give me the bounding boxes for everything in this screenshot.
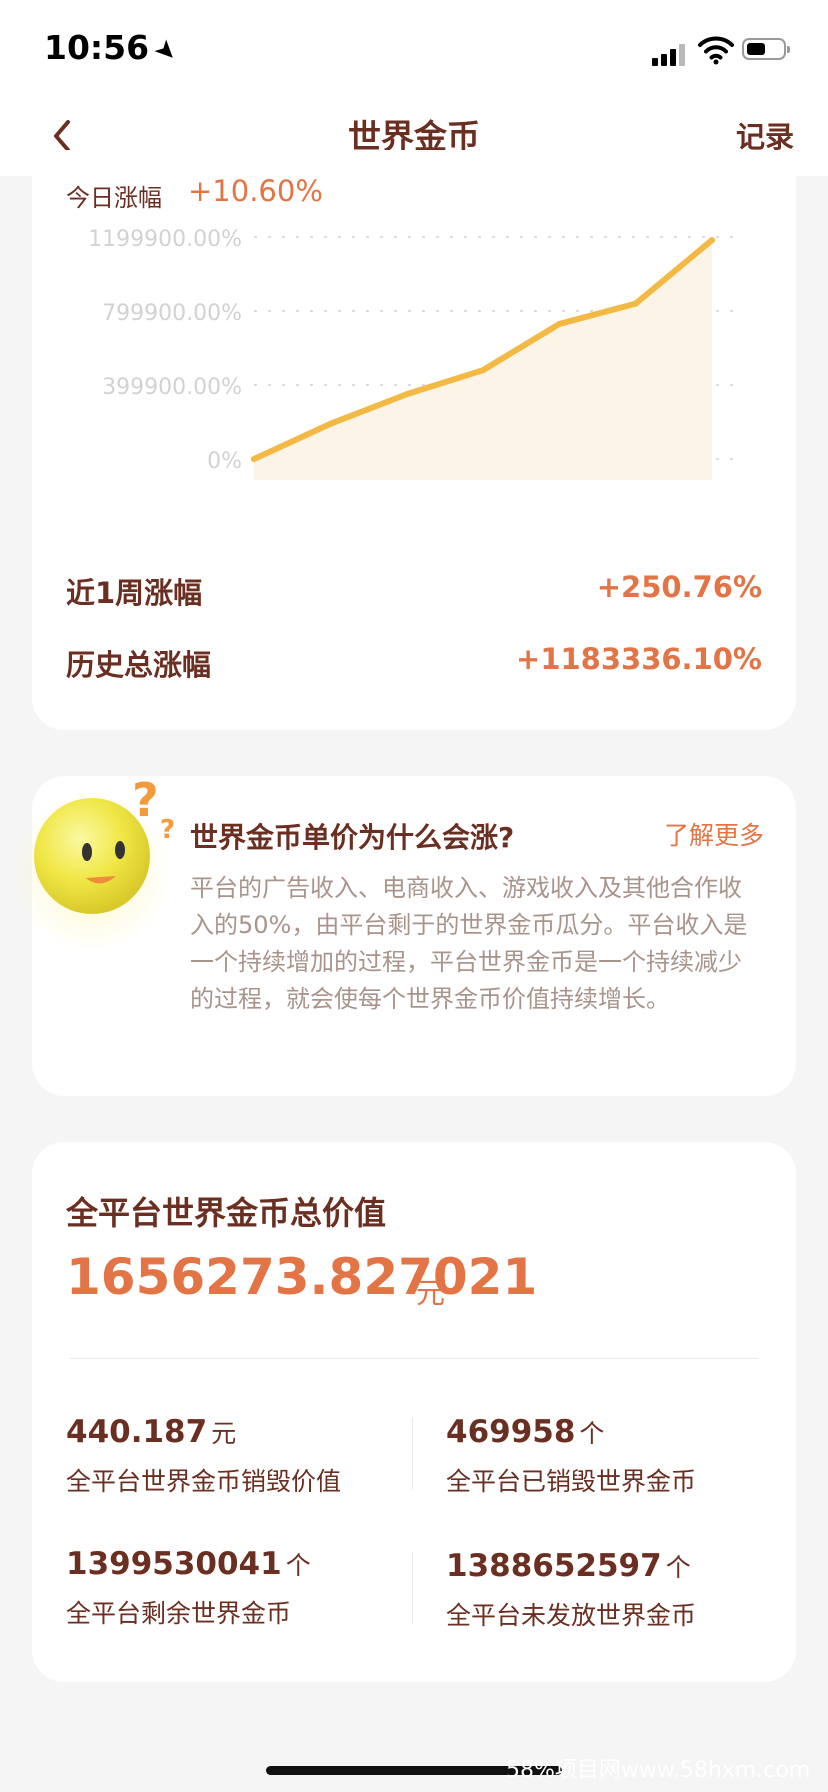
- chart-data-point: [327, 420, 334, 427]
- stat-destroyed-value: 440.187 元 全平台世界金币销毁价值: [66, 1414, 406, 1498]
- total-value-card: 全平台世界金币总价值 1656273.827021 元 440.187 元 全平台…: [32, 1142, 796, 1682]
- column-divider: [412, 1552, 413, 1624]
- history-change-label: 历史总涨幅: [66, 648, 212, 682]
- chart-area-fill: [254, 240, 712, 480]
- stat-destroyed-coins: 469958 个 全平台已销毁世界金币: [446, 1414, 786, 1498]
- wifi-icon: [698, 36, 734, 65]
- total-value-number: 1656273.827021: [66, 1248, 538, 1306]
- week-change-value: +250.76%: [596, 570, 762, 604]
- chart-data-point: [251, 456, 257, 462]
- chart-data-point: [480, 367, 486, 374]
- stat-label: 全平台未发放世界金币: [446, 1601, 697, 1630]
- stat-number: 1399530041: [66, 1546, 282, 1582]
- stat-remaining-coins: 1399530041 个 全平台剩余世界金币: [66, 1546, 406, 1630]
- stat-unit: 个: [579, 1419, 605, 1448]
- y-tick-label: 399900.00%: [102, 375, 242, 400]
- stat-unit: 元: [211, 1419, 237, 1448]
- learn-more-link[interactable]: 了解更多: [664, 816, 764, 852]
- y-tick-label: 0%: [207, 449, 242, 474]
- today-change-value: +10.60%: [188, 174, 323, 208]
- stat-number: 440.187: [66, 1414, 208, 1450]
- status-time: 10:56➤: [44, 28, 184, 69]
- stat-label: 全平台世界金币销毁价值: [66, 1467, 342, 1496]
- today-change-label: 今日涨幅: [66, 184, 162, 212]
- battery-icon: [742, 38, 790, 60]
- week-change-row: 近1周涨幅 +250.76%: [66, 570, 762, 614]
- y-tick-label: 1199900.00%: [88, 227, 242, 252]
- svg-text:?: ?: [132, 773, 159, 827]
- history-change-row: 历史总涨幅 +1183336.10%: [66, 642, 762, 686]
- why-rise-description: 平台的广告收入、电商收入、游戏收入及其他合作收入的50%，由平台剩于的世界金币瓜…: [190, 874, 748, 1013]
- total-value-unit: 元: [416, 1276, 446, 1310]
- status-bar: 10:56➤: [0, 0, 828, 96]
- stat-unissued-coins: 1388652597 个 全平台未发放世界金币: [446, 1548, 786, 1632]
- watermark-text: 58%项目网www.58hxm.com: [506, 1758, 811, 1783]
- why-rise-title: 世界金币单价为什么会涨?: [190, 821, 515, 854]
- stat-label: 全平台已销毁世界金币: [446, 1467, 697, 1496]
- why-rise-card: ? ? 世界金币单价为什么会涨? 了解更多 平台的广告收入、电商收入、游戏收入及…: [12, 773, 796, 1096]
- divider: [70, 1358, 758, 1359]
- location-arrow-icon: ➤: [147, 32, 185, 70]
- stat-number: 469958: [446, 1414, 576, 1450]
- signal-icon: [652, 44, 688, 66]
- stat-label: 全平台剩余世界金币: [66, 1599, 292, 1628]
- stat-number: 1388652597: [446, 1548, 662, 1584]
- time-text: 10:56: [44, 28, 150, 67]
- smiley-mascot-icon: ? ?: [12, 773, 175, 952]
- chart-data-point: [709, 237, 715, 244]
- price-chart-card: 今日涨幅 +10.60% 1199900.00% 799900.00% 399900…: [32, 150, 796, 730]
- history-change-value: +1183336.10%: [516, 642, 762, 676]
- total-value-title: 全平台世界金币总价值: [66, 1194, 387, 1232]
- chart-data-point: [403, 391, 410, 398]
- column-divider: [412, 1418, 413, 1490]
- svg-text:?: ?: [160, 815, 175, 845]
- stat-unit: 个: [285, 1551, 311, 1580]
- stat-unit: 个: [665, 1553, 691, 1582]
- week-change-label: 近1周涨幅: [66, 576, 203, 610]
- chart-data-point: [632, 300, 639, 307]
- y-tick-label: 799900.00%: [102, 301, 242, 326]
- chart-data-point: [556, 320, 563, 327]
- price-line-chart: 1199900.00% 799900.00% 399900.00% 0%: [88, 227, 742, 480]
